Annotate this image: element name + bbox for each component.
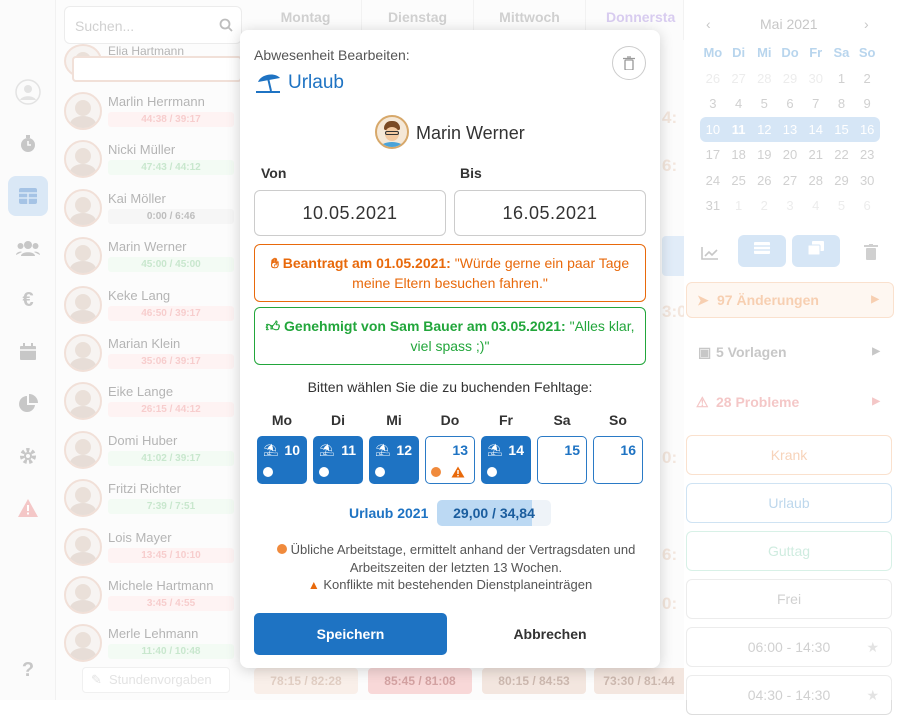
legend-workdays: Übliche Arbeitstage, ermittelt anhand de…: [276, 541, 636, 577]
weekday-label: So: [609, 412, 627, 428]
day-number: 13: [452, 442, 468, 458]
day-toggle[interactable]: 13: [425, 436, 475, 484]
warning-icon: ▲: [307, 578, 320, 592]
absence-type-label: Urlaub: [288, 72, 344, 93]
beach-umbrella-icon: ⛱︎: [487, 443, 503, 457]
requested-header: Beantragt am 01.05.2021:: [282, 255, 451, 271]
quota-value: 29,00 / 34,84: [453, 505, 535, 521]
day-number: 12: [396, 442, 412, 458]
absence-edit-modal: Abwesenheit Bearbeiten: Urlaub Marin Wer…: [240, 30, 660, 668]
day-number: 15: [564, 442, 580, 458]
day-toggle[interactable]: ⛱︎ 11: [313, 436, 363, 484]
to-label: Bis: [460, 165, 482, 181]
weekday-label: Fr: [499, 412, 513, 428]
day-toggle[interactable]: 16: [593, 436, 643, 484]
trash-icon: [623, 56, 635, 70]
from-label: Von: [261, 165, 287, 181]
cancel-button[interactable]: Abbrechen: [454, 613, 646, 655]
quota-bar: 29,00 / 34,84: [437, 500, 551, 526]
choose-days-label: Bitten wählen Sie die zu buchenden Fehlt…: [307, 379, 593, 395]
delete-button[interactable]: [612, 46, 646, 80]
day-number: 16: [620, 442, 636, 458]
approved-note: 👍︎ Genehmigt von Sam Bauer am 03.05.2021…: [254, 307, 646, 365]
legend-conflicts: ▲ Konflikte mit bestehenden Dienstplanei…: [240, 577, 660, 592]
thumbs-up-icon: 👍︎: [265, 318, 285, 334]
day-toggle[interactable]: ⛱︎ 14: [481, 436, 531, 484]
day-number: 14: [508, 442, 524, 458]
day-toggle[interactable]: 15: [537, 436, 587, 484]
day-toggle[interactable]: ⛱︎ 12: [369, 436, 419, 484]
weekday-label: Di: [331, 412, 345, 428]
orange-dot-icon: [276, 544, 287, 554]
requested-note: ✋︎ Beantragt am 01.05.2021: "Würde gerne…: [254, 244, 646, 302]
approved-header: Genehmigt von Sam Bauer am 03.05.2021:: [284, 318, 566, 334]
modal-heading: Abwesenheit Bearbeiten:: [254, 47, 410, 63]
day-number: 11: [341, 442, 356, 458]
workday-dot: [319, 467, 329, 477]
avatar: [375, 115, 409, 149]
beach-umbrella-icon: ⛱︎: [375, 443, 391, 457]
weekday-label: Do: [440, 412, 460, 428]
beach-umbrella-icon: ⛱︎: [263, 443, 279, 457]
to-date-field[interactable]: 16.05.2021: [454, 190, 646, 236]
legend-workdays-text: Übliche Arbeitstage, ermittelt anhand de…: [290, 542, 636, 575]
legend-conflicts-text: Konflikte mit bestehenden Dienstplaneint…: [323, 577, 593, 592]
workday-dot: [431, 467, 441, 477]
save-button[interactable]: Speichern: [254, 613, 447, 655]
weekday-label: Mo: [271, 412, 293, 428]
day-number: 10: [284, 442, 300, 458]
workday-dot: [263, 467, 273, 477]
from-date-field[interactable]: 10.05.2021: [254, 190, 446, 236]
beach-umbrella-icon: ⛱︎: [319, 443, 335, 457]
beach-umbrella-icon: [256, 74, 280, 93]
workday-dot: [487, 467, 497, 477]
hand-icon: ✋︎: [270, 255, 283, 271]
warning-icon: [451, 465, 465, 483]
employee-name: Marin Werner: [416, 123, 525, 143]
quota-label: Urlaub 2021: [349, 505, 429, 521]
workday-dot: [375, 467, 385, 477]
weekday-label: Sa: [553, 412, 571, 428]
day-toggle[interactable]: ⛱︎ 10: [257, 436, 307, 484]
weekday-label: Mi: [386, 412, 402, 428]
absence-type: Urlaub: [256, 72, 344, 94]
